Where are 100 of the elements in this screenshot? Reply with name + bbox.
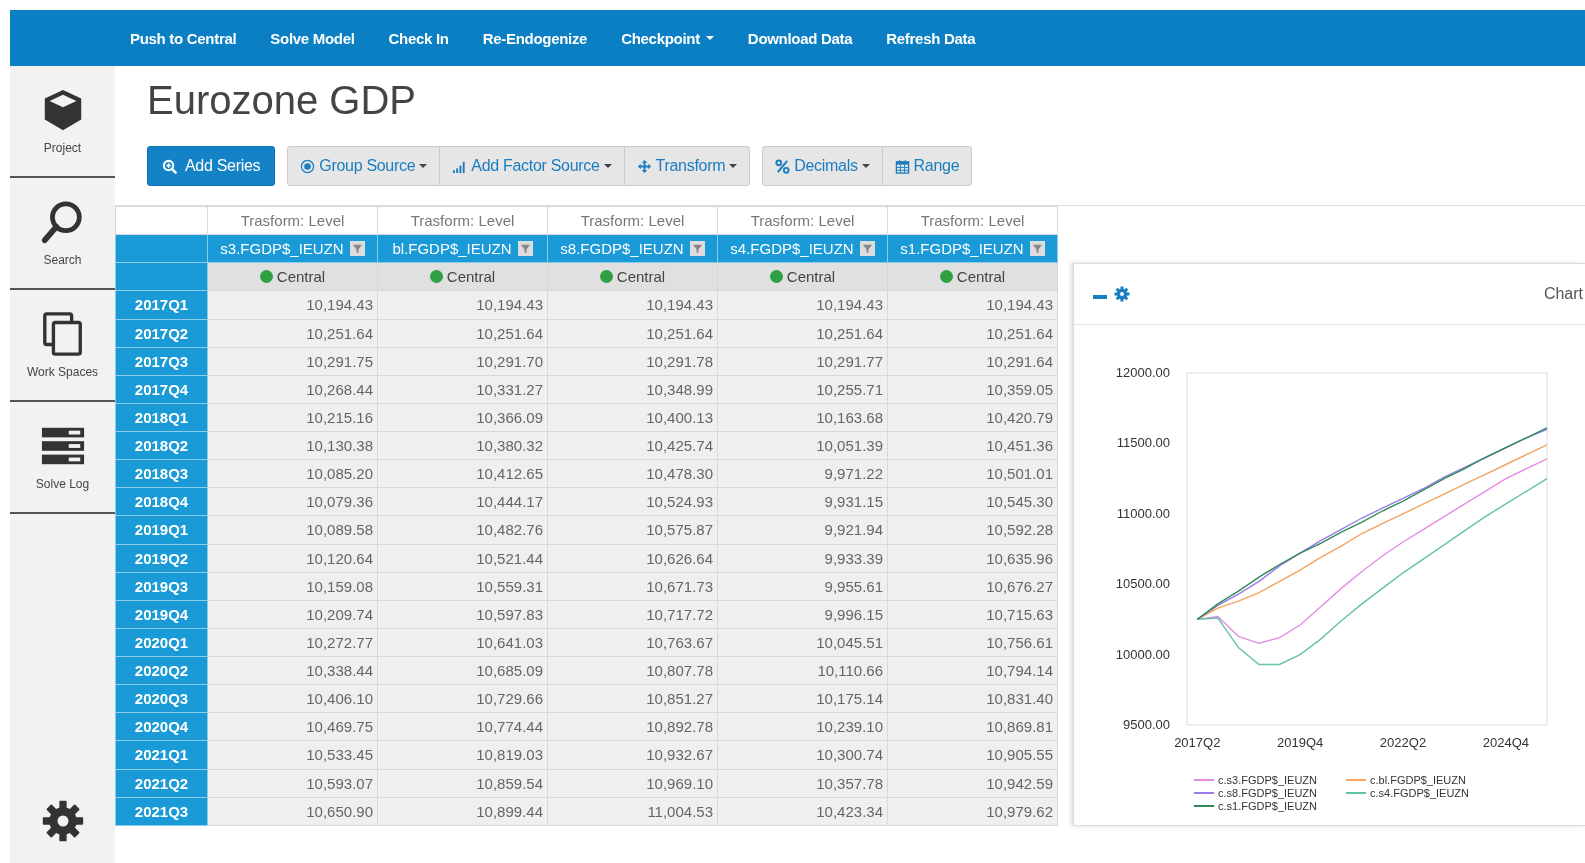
- nav-link[interactable]: Push to Central: [130, 29, 237, 47]
- settings-icon[interactable]: [40, 799, 85, 843]
- table-cell: 10,239.10: [717, 712, 888, 741]
- row-header: 2018Q3: [115, 459, 208, 488]
- row-header: 2020Q4: [115, 712, 208, 741]
- table-cell: 10,163.68: [717, 403, 888, 432]
- status-dot: [599, 270, 613, 284]
- table-cell: 10,641.03: [377, 628, 548, 657]
- nav-link[interactable]: Download Data: [747, 29, 853, 47]
- sidebar-item[interactable]: Project: [10, 66, 115, 178]
- toolbar-button[interactable]: Range: [881, 146, 973, 186]
- table-cell: 10,597.83: [377, 600, 548, 629]
- table-cell: 10,291.78: [547, 347, 718, 376]
- x-tick-label: 2024Q4: [1482, 735, 1529, 750]
- table-cell: 10,159.08: [207, 572, 378, 601]
- table-cell: 10,406.10: [207, 684, 378, 713]
- table-cell: 10,130.38: [207, 431, 378, 460]
- table-cell: 10,300.74: [717, 740, 888, 769]
- row-header: 2020Q2: [115, 656, 208, 685]
- table-cell: 10,969.10: [547, 769, 718, 798]
- row-header: 2020Q3: [115, 684, 208, 713]
- table-cell: 10,717.72: [547, 600, 718, 629]
- status-dot: [769, 270, 783, 284]
- toolbar-button[interactable]: Transform: [623, 146, 751, 186]
- series-header[interactable]: s1.FGDP$_IEUZN: [887, 234, 1058, 263]
- series-header[interactable]: bl.FGDP$_IEUZN: [377, 234, 548, 263]
- table-cell: 10,291.64: [887, 347, 1058, 376]
- table-cell: 10,869.81: [887, 712, 1058, 741]
- table-cell: 10,291.70: [377, 347, 548, 376]
- filter-icon[interactable]: [859, 241, 875, 257]
- table-cell: 10,120.64: [207, 544, 378, 573]
- table-cell: 10,685.09: [377, 656, 548, 685]
- table-cell: 10,194.43: [717, 290, 888, 319]
- table-cell: 10,851.27: [547, 684, 718, 713]
- table-cell: 10,676.27: [887, 572, 1058, 601]
- table-cell: 10,209.74: [207, 600, 378, 629]
- nav-link[interactable]: Refresh Data: [886, 29, 976, 47]
- table-cell: 10,338.44: [207, 656, 378, 685]
- nav-link[interactable]: Check In: [388, 29, 449, 47]
- series-header[interactable]: s8.FGDP$_IEUZN: [547, 234, 718, 263]
- row-header: 2020Q1: [115, 628, 208, 657]
- toolbar-button[interactable]: Add Factor Source: [439, 146, 625, 186]
- row-header: 2021Q3: [115, 797, 208, 826]
- table-cell: 10,794.14: [887, 656, 1058, 685]
- table-cell: 10,357.78: [717, 769, 888, 798]
- table-cell: 10,533.45: [207, 740, 378, 769]
- table-cell: 10,905.55: [887, 740, 1058, 769]
- table-cell: 9,931.15: [717, 487, 888, 516]
- source-label: Central: [956, 268, 1006, 286]
- source-label: Central: [786, 268, 836, 286]
- table-cell: 10,593.07: [207, 769, 378, 798]
- table-cell: 10,423.34: [717, 797, 888, 826]
- table-cell: 10,979.62: [887, 797, 1058, 826]
- filter-icon[interactable]: [349, 241, 365, 257]
- table-cell: 10,380.32: [377, 431, 548, 460]
- nav-link[interactable]: Checkpoint: [621, 29, 714, 47]
- table-cell: 10,425.74: [547, 431, 718, 460]
- table-cell: 10,194.43: [207, 290, 378, 319]
- nav-link[interactable]: Solve Model: [270, 29, 355, 47]
- zoom-in-icon: [162, 158, 177, 174]
- table-cell: 10,272.77: [207, 628, 378, 657]
- series-header[interactable]: s3.FGDP$_IEUZN: [207, 234, 378, 263]
- legend-label: c.s1.FGDP$_IEUZN: [1218, 800, 1318, 812]
- filter-icon[interactable]: [1029, 241, 1045, 257]
- status-dot: [259, 270, 273, 284]
- table-cell: 9,955.61: [717, 572, 888, 601]
- column-header: Trasform: Level: [717, 206, 888, 235]
- row-header: 2021Q1: [115, 740, 208, 769]
- table-cell: 10,251.64: [717, 319, 888, 348]
- table-cell: 10,400.13: [547, 403, 718, 432]
- toolbar-button[interactable]: Group Source: [287, 146, 441, 186]
- table-cell: 10,085.20: [207, 459, 378, 488]
- table-cell: 10,045.51: [717, 628, 888, 657]
- column-header: Trasform: Level: [207, 206, 378, 235]
- source-label: Central: [616, 268, 666, 286]
- table-cell: 10,268.44: [207, 375, 378, 404]
- y-tick-label: 10500.00: [1115, 576, 1170, 592]
- table-cell: 10,291.75: [207, 347, 378, 376]
- toolbar-button[interactable]: Decimals: [762, 146, 883, 186]
- row-header: 2017Q1: [115, 290, 208, 319]
- table-cell: 10,079.36: [207, 487, 378, 516]
- table-cell: 10,521.44: [377, 544, 548, 573]
- series-header[interactable]: s4.FGDP$_IEUZN: [717, 234, 888, 263]
- add-series-button[interactable]: Add Series: [147, 146, 276, 186]
- table-cell: 10,501.01: [887, 459, 1058, 488]
- filter-icon[interactable]: [517, 241, 533, 257]
- series-name: bl.FGDP$_IEUZN: [392, 240, 512, 258]
- series-name: s4.FGDP$_IEUZN: [730, 240, 854, 258]
- table-cell: 10,051.39: [717, 431, 888, 460]
- filter-icon[interactable]: [689, 241, 705, 257]
- x-tick-label: 2017Q2: [1174, 735, 1221, 750]
- row-header: 2019Q2: [115, 544, 208, 573]
- table-cell: 10,575.87: [547, 515, 718, 544]
- radio-icon: [300, 158, 316, 174]
- nav-link[interactable]: Re-Endogenize: [482, 29, 588, 47]
- table-cell: 10,251.64: [547, 319, 718, 348]
- status-dot: [939, 270, 953, 284]
- table-cell: 9,933.39: [717, 544, 888, 573]
- source-label: Central: [446, 268, 496, 286]
- y-tick-label: 11500.00: [1116, 435, 1170, 451]
